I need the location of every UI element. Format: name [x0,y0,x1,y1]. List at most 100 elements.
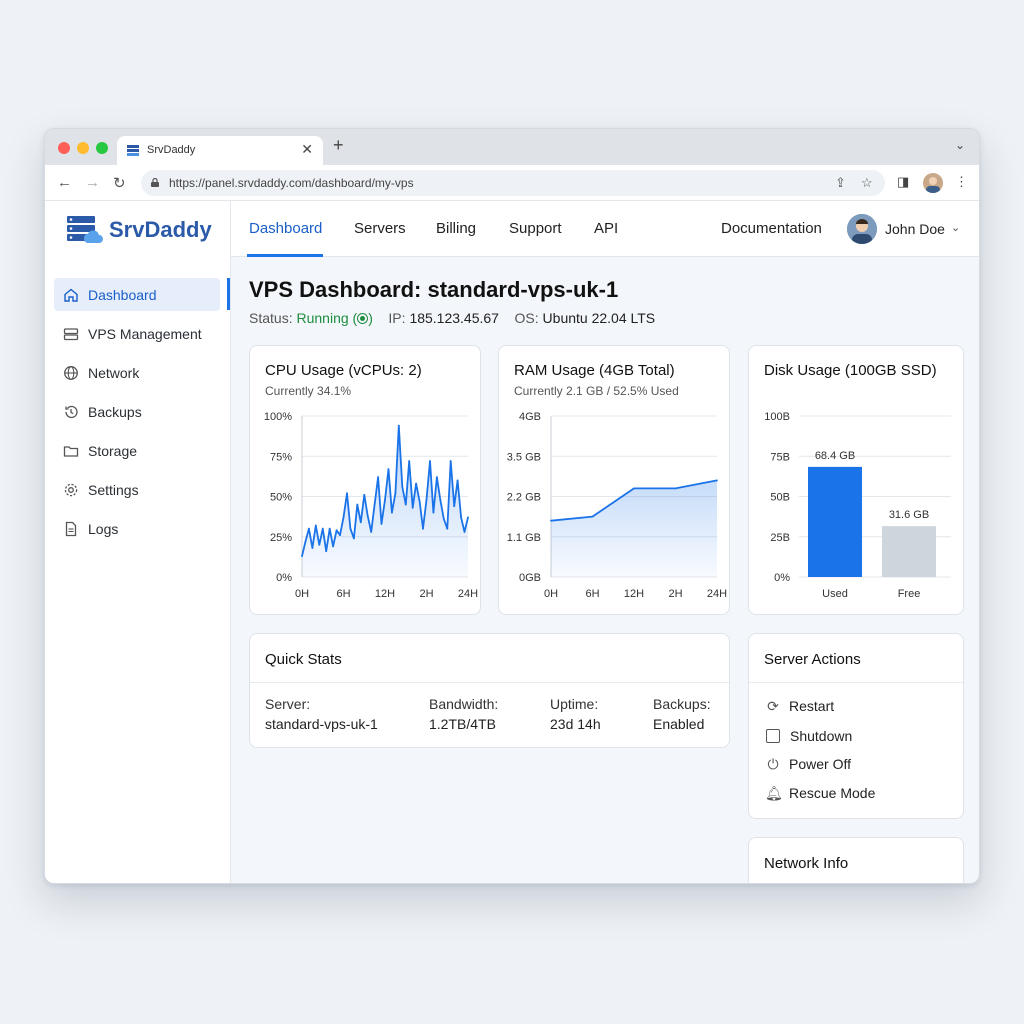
sidebar-item-label: Backups [88,404,142,420]
sidebar: SrvDaddy Dashboard VPS Management Networ… [45,201,231,883]
sidebar-item-label: Storage [88,443,138,459]
ip-label: IP: [388,310,406,326]
share-icon[interactable]: ⇪ [835,175,846,191]
tab-api[interactable]: API [594,220,618,237]
url-field[interactable]: https://panel.srvdaddy.com/dashboard/my-… [141,170,885,196]
data-point [432,511,435,514]
data-point [442,518,445,520]
y-tick-label: 1.1 GB [507,532,541,544]
x-tick-label: 24H [707,588,727,600]
documentation-link[interactable]: Documentation [721,220,822,237]
bar [808,466,862,577]
data-point [314,524,317,527]
tab-close-icon[interactable]: ✕ [301,141,313,158]
data-point [401,485,404,488]
status-close: ) [368,310,373,326]
x-tick-label: 6H [585,588,599,600]
stat-value: 1.2TB/4TB [429,716,496,732]
active-item-accent [227,278,230,310]
brand-name: SrvDaddy [109,217,212,242]
data-point [339,534,341,537]
shutdown-button[interactable]: Shutdown [765,727,852,744]
globe-icon [64,366,78,380]
folder-icon [63,446,79,457]
server-icon [63,328,79,341]
minimize-window-button[interactable] [77,142,89,154]
x-tick-label: 0H [295,588,309,600]
data-point [332,545,335,548]
gear-icon [64,483,78,497]
power-off-button[interactable]: ⏻ Power Off [765,756,851,773]
sidebar-item-settings[interactable]: Settings [54,473,220,506]
browser-tab[interactable]: SrvDaddy ✕ [117,136,323,165]
side-panel-icon[interactable]: ◨ [897,174,909,190]
y-tick-label: 0% [276,572,292,584]
maximize-window-button[interactable] [96,142,108,154]
ram-usage-card: 0GB 1.1 GB 2.2 GB 3.5 GB 4GB 0H 6H 12H 2H 24H RAM… [498,345,730,615]
data-point [633,487,635,490]
history-icon [65,405,78,419]
sidebar-item-label: Logs [88,521,119,537]
data-point [446,527,449,530]
running-status-icon [357,313,369,324]
quick-stats-card: Quick Stats Server: standard-vps-uk-1 Ba… [249,633,730,748]
sidebar-item-label: VPS Management [88,326,202,342]
tab-title: SrvDaddy [147,144,196,156]
data-point [456,479,459,482]
data-point [363,493,366,496]
reload-icon[interactable]: ↻ [113,174,126,192]
x-tick-label: 24H [458,588,478,600]
forward-arrow-icon[interactable]: → [85,174,100,191]
bar [882,526,936,577]
server-actions-card: Server Actions ⟳ Restart Shutdown ⏻ Power … [748,633,964,819]
data-point [301,555,303,557]
data-point [449,460,452,462]
checkbox-icon[interactable] [766,729,780,743]
stat-value: Enabled [653,716,705,732]
bookmark-star-icon[interactable]: ☆ [861,175,873,191]
sidebar-item-backups[interactable]: Backups [54,395,220,428]
data-point [377,476,379,479]
rescue-mode-button[interactable]: 🔔︎ Rescue Mode [765,785,875,802]
browser-profile-avatar[interactable] [923,173,943,193]
sidebar-item-dashboard[interactable]: Dashboard [54,278,220,311]
status-value: Running ( [296,310,358,326]
cpu-usage-card: 0% 25% 50% 75% 100% 0H 6H 12H 2H 24H CPU Usage (v… [249,345,481,615]
top-navigation: Dashboard Servers Billing Support API Do… [231,201,979,257]
sidebar-item-vps-management[interactable]: VPS Management [54,317,220,350]
sidebar-item-network[interactable]: Network [54,356,220,389]
close-window-button[interactable] [58,142,70,154]
series-area [551,480,717,577]
tab-support[interactable]: Support [509,220,562,237]
data-point [453,505,456,508]
browser-menu-icon[interactable]: ⋮ [955,174,968,190]
chevron-down-icon[interactable]: ⌄ [951,221,960,234]
new-tab-button[interactable]: + [333,135,344,156]
data-point [439,498,442,501]
card-title: CPU Usage (vCPUs: 2) [265,362,422,379]
y-tick-label: 100% [264,411,292,423]
user-avatar[interactable] [847,214,877,244]
action-label: Power Off [789,756,851,772]
tab-search-chevron-icon[interactable]: ⌄ [955,138,965,152]
back-arrow-icon[interactable]: ← [57,174,72,191]
tab-billing[interactable]: Billing [436,220,476,237]
y-tick-label: 75% [270,451,292,463]
y-tick-label: 3.5 GB [507,451,541,463]
srvdaddy-logo-icon [67,216,103,243]
tab-servers[interactable]: Servers [354,220,406,237]
data-point [391,511,393,514]
tab-dashboard[interactable]: Dashboard [249,220,322,237]
sidebar-item-storage[interactable]: Storage [54,434,220,467]
data-point [311,547,314,549]
data-point [591,515,594,518]
data-point [418,500,421,503]
sidebar-item-logs[interactable]: Logs [54,512,220,545]
data-point [335,529,338,532]
data-point [467,516,469,519]
restart-button[interactable]: ⟳ Restart [765,698,834,715]
data-point [356,503,359,506]
server-status-line: Status: Running () IP: 185.123.45.67 OS:… [249,310,655,326]
lock-icon [151,178,159,187]
user-name[interactable]: John Doe [885,221,945,237]
